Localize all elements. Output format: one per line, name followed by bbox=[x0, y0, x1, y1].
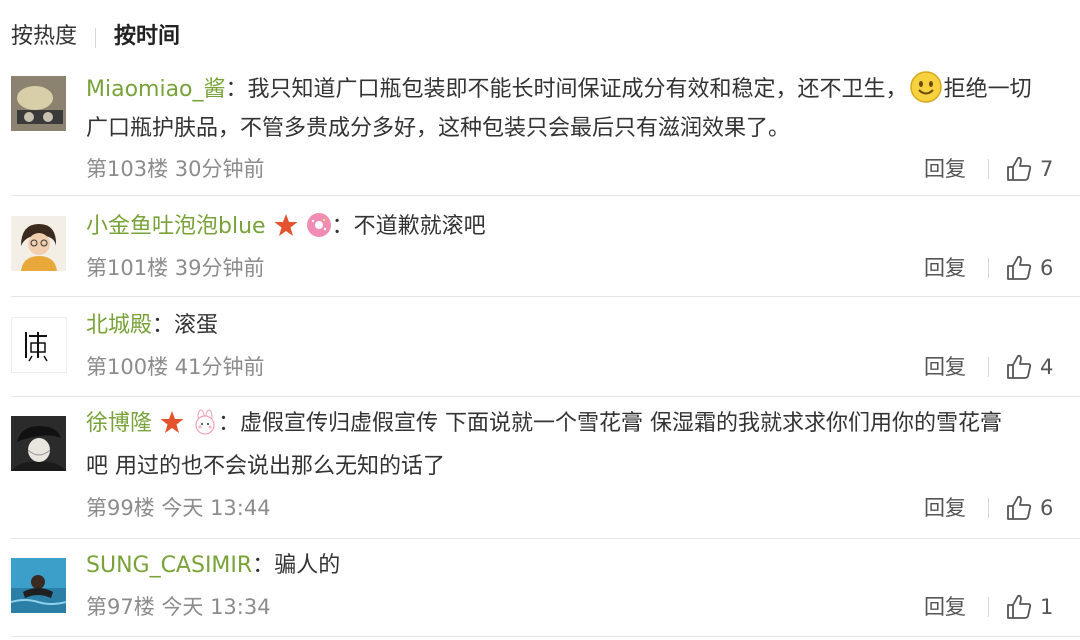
comment-divider bbox=[11, 396, 1080, 397]
avatar[interactable] bbox=[11, 317, 67, 373]
bunny-badge-icon[interactable] bbox=[192, 409, 218, 435]
action-divider bbox=[988, 498, 989, 518]
avatar[interactable] bbox=[11, 558, 66, 613]
username-link[interactable]: 北城殿 bbox=[86, 313, 152, 338]
reply-button[interactable]: 回复 bbox=[924, 253, 966, 283]
thumbs-up-icon[interactable] bbox=[1005, 494, 1033, 522]
like-count: 6 bbox=[1040, 496, 1054, 520]
avatar[interactable] bbox=[11, 416, 66, 471]
username-link[interactable]: SUNG_CASIMIR bbox=[86, 553, 252, 578]
comment-divider bbox=[11, 636, 1080, 637]
comment-text-line: 吧 用过的也不会说出那么无知的话了 bbox=[86, 452, 445, 482]
comment-text-line: 广口瓶护肤品，不管多贵成分多好，这种包装只会最后只有滋润效果了。 bbox=[86, 114, 790, 144]
comment-text-line: 北城殿：滚蛋 bbox=[86, 313, 219, 338]
action-divider bbox=[988, 357, 989, 377]
avatar[interactable] bbox=[11, 76, 66, 131]
action-divider bbox=[988, 159, 989, 179]
sort-by-time-tab[interactable]: 按时间 bbox=[114, 22, 180, 52]
avatar[interactable] bbox=[11, 216, 66, 271]
username-link[interactable]: 小金鱼吐泡泡blue bbox=[86, 214, 266, 239]
comment-text: 虚假宣传归虚假宣传 下面说就一个雪花膏 保湿霜的我就求求你们用你的雪花膏 bbox=[240, 411, 1003, 436]
comment-meta: 第97楼 今天 13:34 bbox=[86, 595, 271, 619]
reply-button[interactable]: 回复 bbox=[924, 592, 966, 622]
comment-meta: 第100楼 41分钟前 bbox=[86, 355, 265, 379]
thumbs-up-icon[interactable] bbox=[1005, 254, 1033, 282]
sort-bar: 按热度 按时间 bbox=[0, 0, 1080, 70]
like-count: 7 bbox=[1040, 157, 1054, 181]
comment-meta: 第99楼 今天 13:44 bbox=[86, 496, 271, 520]
like-count: 1 bbox=[1040, 595, 1054, 619]
smiley-face-emoji bbox=[909, 71, 942, 103]
comment-meta: 第103楼 30分钟前 bbox=[86, 157, 265, 181]
comment-text-line: 小金鱼吐泡泡blue ：不道歉就滚吧 bbox=[86, 212, 486, 239]
comment-text-line: SUNG_CASIMIR：骗人的 bbox=[86, 553, 341, 578]
star-badge-icon[interactable] bbox=[273, 212, 299, 238]
donut-badge-icon[interactable] bbox=[306, 212, 332, 238]
comment-text: 我只知道广口瓶包装即不能长时间保证成分有效和稳定，还不卫生， bbox=[247, 77, 908, 102]
reply-button[interactable]: 回复 bbox=[924, 493, 966, 523]
star-badge-icon[interactable] bbox=[159, 409, 185, 435]
comment-divider bbox=[11, 195, 1080, 196]
comment-text-line: 徐博隆 ：虚假宣传归虚假宣传 下面说就一个雪花膏 保湿霜的我就求求你们用你的雪花… bbox=[86, 409, 1003, 436]
reply-button[interactable]: 回复 bbox=[924, 352, 966, 382]
action-divider bbox=[988, 258, 989, 278]
comment-divider bbox=[11, 296, 1080, 297]
reply-button[interactable]: 回复 bbox=[924, 154, 966, 184]
thumbs-up-icon[interactable] bbox=[1005, 155, 1033, 183]
comment-text-line: Miaomiao_酱：我只知道广口瓶包装即不能长时间保证成分有效和稳定，还不卫生… bbox=[86, 71, 1032, 105]
comment-meta: 第101楼 39分钟前 bbox=[86, 256, 265, 280]
like-count: 6 bbox=[1040, 256, 1054, 280]
username-link[interactable]: Miaomiao_酱 bbox=[86, 77, 226, 102]
action-divider bbox=[988, 597, 989, 617]
comment-text: 吧 用过的也不会说出那么无知的话了 bbox=[86, 454, 445, 479]
comment-divider bbox=[11, 538, 1080, 539]
thumbs-up-icon[interactable] bbox=[1005, 353, 1033, 381]
comment-text: 滚蛋 bbox=[174, 313, 219, 338]
thumbs-up-icon[interactable] bbox=[1005, 593, 1033, 621]
comment-text: 不道歉就滚吧 bbox=[353, 214, 486, 239]
sort-divider bbox=[95, 28, 96, 48]
username-link[interactable]: 徐博隆 bbox=[86, 411, 152, 436]
sort-by-hot-tab[interactable]: 按热度 bbox=[11, 22, 77, 52]
comment-text: 广口瓶护肤品，不管多贵成分多好，这种包装只会最后只有滋润效果了。 bbox=[86, 116, 791, 141]
like-count: 4 bbox=[1040, 355, 1054, 379]
comment-text: 骗人的 bbox=[274, 553, 341, 578]
comment-text: 拒绝一切 bbox=[943, 77, 1032, 102]
